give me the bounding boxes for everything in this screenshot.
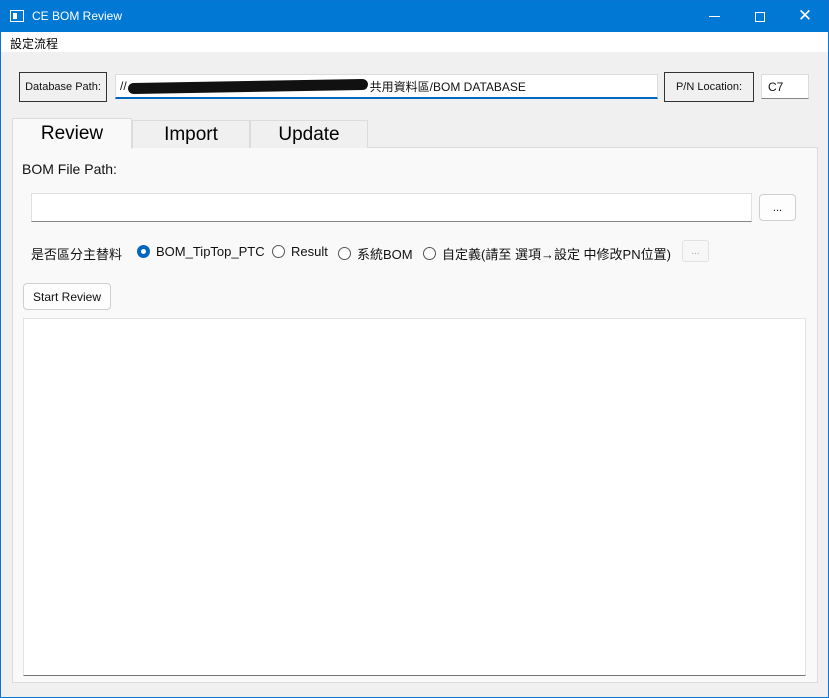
bom-file-path-label: BOM File Path: — [22, 161, 117, 177]
radio-result[interactable]: Result — [272, 244, 328, 259]
radio-label: 自定義(請至 選項→設定 中修改PN位置) — [442, 247, 671, 262]
radio-label: 系統BOM — [357, 247, 413, 262]
pn-location-label: P/N Location: — [664, 72, 754, 102]
review-output-area[interactable] — [23, 318, 806, 676]
radio-unchecked-icon — [272, 245, 285, 258]
maximize-button[interactable] — [737, 1, 783, 32]
radio-unchecked-icon — [423, 247, 436, 260]
app-icon — [10, 10, 24, 22]
tab-review[interactable]: Review — [12, 118, 132, 149]
tab-import[interactable]: Import — [132, 120, 250, 148]
redaction-mark — [127, 78, 368, 94]
browse-button[interactable]: ... — [759, 194, 796, 221]
custom-settings-button[interactable]: ... — [682, 240, 709, 262]
pn-location-input[interactable]: C7 — [761, 74, 809, 99]
radio-label: BOM_TipTop_PTC — [156, 244, 265, 259]
radio-unchecked-icon — [338, 247, 351, 260]
split-substitute-label: 是否區分主替料 — [31, 247, 123, 262]
database-path-label: Database Path: — [19, 72, 107, 102]
menu-bar: 設定流程 — [1, 32, 828, 52]
close-button[interactable]: ✕ — [782, 1, 828, 32]
window-title: CE BOM Review — [32, 9, 123, 23]
database-path-input[interactable]: // 共用資料區/BOM DATABASE — [115, 74, 658, 99]
radio-system-bom[interactable]: 系統BOM — [338, 244, 413, 263]
minimize-button[interactable] — [691, 1, 737, 32]
menu-item-settings-flow[interactable]: 設定流程 — [10, 35, 58, 52]
close-icon: ✕ — [797, 6, 813, 26]
radio-label: Result — [291, 244, 328, 259]
tab-update[interactable]: Update — [250, 120, 368, 148]
radio-checked-icon — [137, 245, 150, 258]
database-path-prefix: // — [120, 79, 127, 93]
radio-bom-tiptop-ptc[interactable]: BOM_TipTop_PTC — [137, 244, 265, 259]
start-review-button[interactable]: Start Review — [23, 283, 111, 310]
database-path-suffix: 共用資料區/BOM DATABASE — [369, 79, 526, 94]
maximize-icon — [755, 11, 765, 22]
title-bar[interactable]: CE BOM Review ✕ — [1, 1, 828, 32]
radio-custom[interactable]: 自定義(請至 選項→設定 中修改PN位置) — [423, 244, 671, 263]
minimize-icon — [708, 16, 720, 17]
app-window: CE BOM Review ✕ 設定流程 Database Path: // 共… — [0, 0, 829, 698]
bom-file-path-input[interactable] — [31, 193, 752, 222]
